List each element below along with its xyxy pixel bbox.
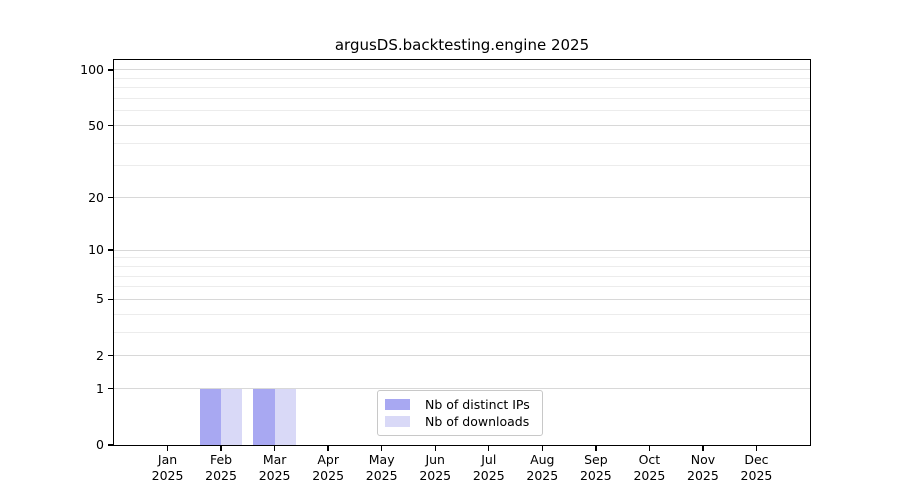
legend-item-downloads: Nb of downloads: [385, 413, 535, 430]
y-gridline-major: [114, 69, 810, 70]
x-axis-tick: [167, 446, 168, 451]
y-gridline-major: [114, 299, 810, 300]
y-gridline-minor: [114, 332, 810, 333]
legend: Nb of distinct IPs Nb of downloads: [377, 390, 543, 436]
y-gridline-minor: [114, 165, 810, 166]
y-axis-tick: [108, 444, 113, 445]
y-gridline-minor: [114, 87, 810, 88]
y-gridline-major: [114, 125, 810, 126]
y-axis-tick-label: 10: [34, 242, 104, 258]
y-gridline-minor: [114, 98, 810, 99]
x-axis-tick: [435, 446, 436, 451]
x-axis-tick-label: Feb2025: [191, 452, 251, 484]
x-axis-tick-label: Sep2025: [566, 452, 626, 484]
x-axis-tick-label: May2025: [352, 452, 412, 484]
chart-title: argusDS.backtesting.engine 2025: [114, 35, 810, 55]
x-axis-tick-label: Jul2025: [459, 452, 519, 484]
bar-nb-of-downloads-feb-2025: [221, 389, 242, 445]
x-axis-tick-label: Oct2025: [619, 452, 679, 484]
bar-nb-of-distinct-ips-mar-2025: [253, 389, 274, 445]
y-axis-tick-label: 0: [34, 437, 104, 453]
y-axis-tick: [108, 299, 113, 300]
y-gridline-minor: [114, 143, 810, 144]
y-axis-tick-label: 5: [34, 291, 104, 307]
y-axis-tick-label: 50: [34, 118, 104, 134]
x-axis-tick: [702, 446, 703, 451]
y-gridline-minor: [114, 257, 810, 258]
x-axis-tick: [220, 446, 221, 451]
y-axis-tick: [108, 388, 113, 389]
x-axis-tick-label: Apr2025: [298, 452, 358, 484]
x-axis-tick-label: Aug2025: [512, 452, 572, 484]
legend-swatch-downloads-icon: [385, 416, 410, 427]
legend-label-distinct-ips: Nb of distinct IPs: [425, 396, 530, 413]
y-axis-tick: [108, 69, 113, 70]
x-axis-tick: [595, 446, 596, 451]
x-axis-tick-label: Jun2025: [405, 452, 465, 484]
y-gridline-minor: [114, 266, 810, 267]
bar-nb-of-downloads-mar-2025: [275, 389, 296, 445]
x-axis-tick: [274, 446, 275, 451]
y-axis-tick: [108, 249, 113, 250]
plot-area: [113, 59, 811, 446]
y-gridline-minor: [114, 286, 810, 287]
x-axis-tick-label: Dec2025: [726, 452, 786, 484]
y-gridline-major: [114, 197, 810, 198]
y-gridline-major: [114, 250, 810, 251]
x-axis-tick: [327, 446, 328, 451]
legend-label-downloads: Nb of downloads: [425, 413, 529, 430]
y-axis-tick: [108, 125, 113, 126]
y-axis-tick-label: 1: [34, 381, 104, 397]
x-axis-tick: [488, 446, 489, 451]
y-gridline-major: [114, 355, 810, 356]
bar-nb-of-distinct-ips-feb-2025: [200, 389, 221, 445]
figure: argusDS.backtesting.engine 2025 Nb of di…: [0, 0, 900, 500]
y-axis-tick-label: 20: [34, 190, 104, 206]
y-axis-tick: [108, 197, 113, 198]
y-axis-tick-label: 100: [34, 62, 104, 78]
x-axis-tick: [649, 446, 650, 451]
y-axis-tick-label: 2: [34, 348, 104, 364]
y-gridline-minor: [114, 314, 810, 315]
y-gridline-minor: [114, 110, 810, 111]
y-gridline-minor: [114, 276, 810, 277]
x-axis-tick: [542, 446, 543, 451]
x-axis-tick-label: Jan2025: [138, 452, 198, 484]
legend-swatch-distinct-ips-icon: [385, 399, 410, 410]
x-axis-tick: [381, 446, 382, 451]
x-axis-tick-label: Mar2025: [245, 452, 305, 484]
x-axis-tick: [756, 446, 757, 451]
legend-item-distinct-ips: Nb of distinct IPs: [385, 396, 535, 413]
y-gridline-minor: [114, 78, 810, 79]
y-axis-tick: [108, 355, 113, 356]
x-axis-tick-label: Nov2025: [673, 452, 733, 484]
